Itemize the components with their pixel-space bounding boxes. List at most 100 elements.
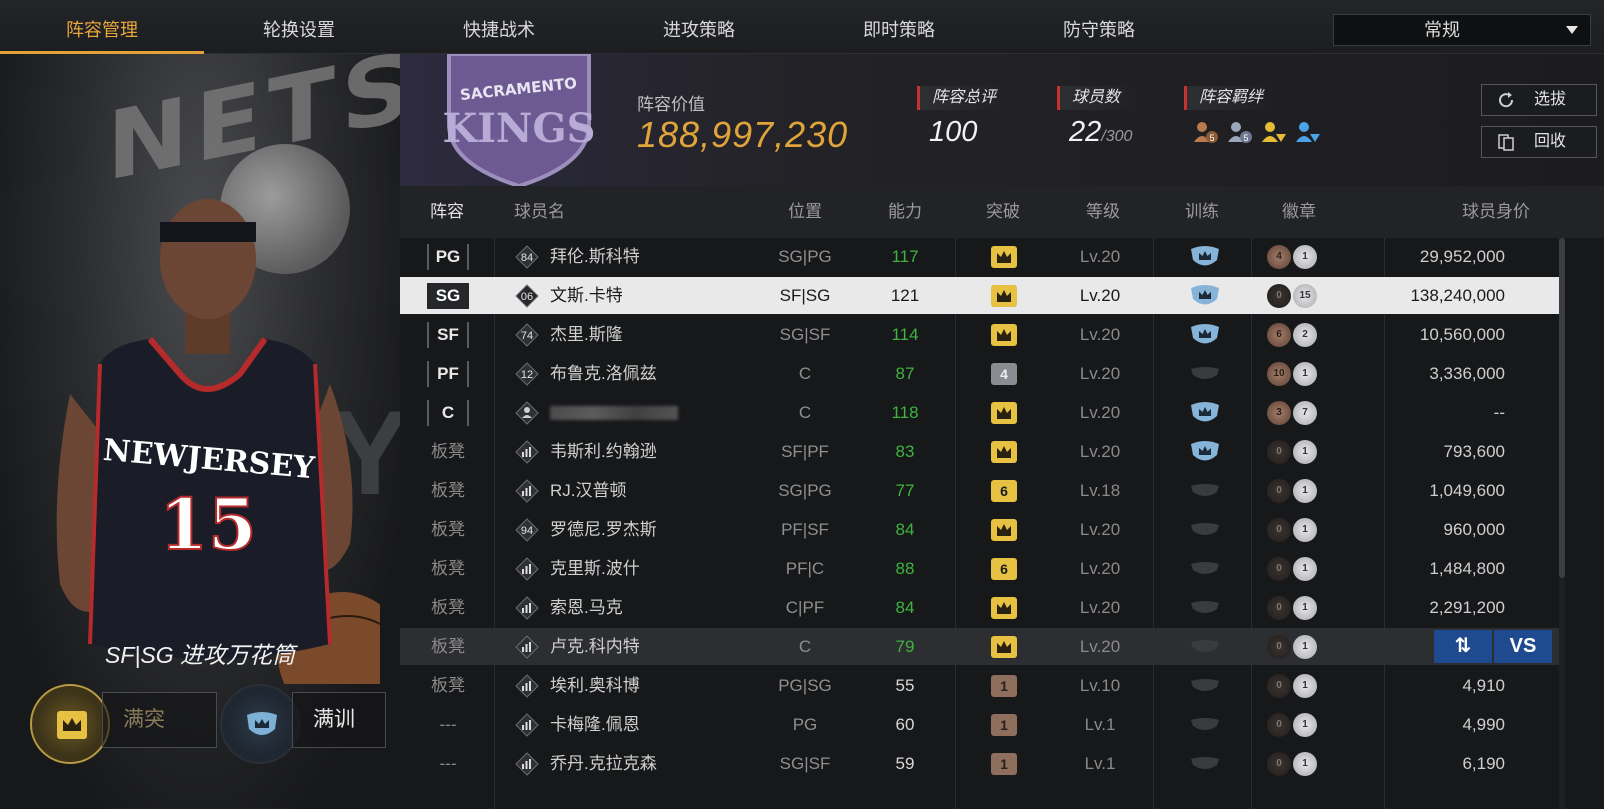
breakthrough-cell[interactable] xyxy=(988,518,1020,542)
player-name[interactable]: 布鲁克.洛佩兹 xyxy=(550,355,657,392)
badge-counts[interactable]: 0 15 xyxy=(1267,284,1327,308)
bond-blue-icon[interactable] xyxy=(1294,120,1322,146)
training-shield-empty-icon[interactable] xyxy=(1190,556,1222,582)
badge-counts[interactable]: 01 xyxy=(1267,479,1327,503)
bond-silver-icon[interactable]: 5 xyxy=(1226,120,1254,146)
player-name[interactable]: 罗德尼.罗杰斯 xyxy=(550,511,657,548)
col-training[interactable]: 训练 xyxy=(1185,186,1219,238)
training-shield-empty-icon[interactable] xyxy=(1190,478,1222,504)
breakthrough-cell[interactable] xyxy=(988,596,1020,620)
bond-icons[interactable]: 5 5 xyxy=(1184,120,1322,146)
swap-icon[interactable]: ⇅ xyxy=(1434,630,1492,663)
breakthrough-cell[interactable]: 4 xyxy=(988,362,1020,386)
badge-counts[interactable]: 01 xyxy=(1267,440,1327,464)
player-name[interactable]: 杰里.斯隆 xyxy=(550,316,623,353)
table-row[interactable]: 板凳 RJ.汉普顿 SG|PG 77 6 Lv.18 0 1 1,049,600 xyxy=(400,472,1560,509)
lineup-slot[interactable]: --- xyxy=(420,745,476,782)
lineup-slot[interactable]: PF xyxy=(420,355,476,392)
col-ability[interactable]: 能力 xyxy=(888,186,922,238)
col-level[interactable]: 等级 xyxy=(1086,186,1120,238)
player-name[interactable]: 乔丹.克拉克森 xyxy=(550,745,657,782)
breakthrough-cell[interactable] xyxy=(988,284,1020,308)
lineup-slot[interactable]: --- xyxy=(420,706,476,743)
lineup-slot[interactable]: 板凳 xyxy=(420,550,476,587)
lineup-slot[interactable]: 板凳 xyxy=(420,589,476,626)
mode-dropdown[interactable]: 常规 xyxy=(1333,14,1591,46)
table-row[interactable]: 板凳 卢克.科内特 C 79 Lv.20 0 1 ⇅ VS xyxy=(400,628,1560,665)
badge-counts[interactable]: 01 xyxy=(1267,596,1327,620)
table-row[interactable]: 板凳 克里斯.波什 PF|C 88 6 Lv.20 0 1 1,484,800 xyxy=(400,550,1560,587)
breakthrough-cell[interactable]: 1 xyxy=(988,713,1020,737)
table-row[interactable]: --- 乔丹.克拉克森 SG|SF 59 1 Lv.1 0 1 6,190 xyxy=(400,745,1560,782)
table-row[interactable]: 板凳 94 罗德尼.罗杰斯 PF|SF 84 Lv.20 0 1 960,000 xyxy=(400,511,1560,548)
lineup-slot[interactable]: 板凳 xyxy=(420,628,476,665)
badge-counts[interactable]: 01 xyxy=(1267,752,1327,776)
breakthrough-cell[interactable] xyxy=(988,401,1020,425)
breakthrough-cell[interactable]: 6 xyxy=(988,557,1020,581)
col-badges[interactable]: 徽章 xyxy=(1282,186,1316,238)
training-shield-empty-icon[interactable] xyxy=(1190,634,1222,660)
training-shield-icon[interactable] xyxy=(1190,400,1222,426)
training-shield-empty-icon[interactable] xyxy=(1190,595,1222,621)
training-shield-empty-icon[interactable] xyxy=(1190,751,1222,777)
breakthrough-cell[interactable] xyxy=(988,323,1020,347)
bond-label[interactable]: 阵容羁绊 xyxy=(1184,86,1274,110)
training-shield-icon[interactable] xyxy=(1190,439,1222,465)
bond-gold-icon[interactable] xyxy=(1260,120,1288,146)
player-name[interactable]: 埃利.奥科博 xyxy=(550,667,640,704)
lineup-slot[interactable]: 板凳 xyxy=(420,472,476,509)
player-name[interactable]: 卢克.科内特 xyxy=(550,628,640,665)
tab-lineup-management[interactable]: 阵容管理 xyxy=(0,0,204,54)
breakthrough-cell[interactable]: 6 xyxy=(988,479,1020,503)
player-name[interactable]: 索恩.马克 xyxy=(550,589,623,626)
player-name[interactable]: 文斯.卡特 xyxy=(550,277,623,314)
col-value[interactable]: 球员身价 xyxy=(1462,186,1530,238)
badge-counts[interactable]: 62 xyxy=(1267,323,1327,347)
table-row[interactable]: SF 74 杰里.斯隆 SG|SF 114 Lv.20 6 2 10,560,000 xyxy=(400,316,1560,353)
badge-counts[interactable]: 01 xyxy=(1267,674,1327,698)
lineup-slot[interactable]: 板凳 xyxy=(420,667,476,704)
training-shield-icon[interactable] xyxy=(1190,283,1222,309)
badge-counts[interactable]: 01 xyxy=(1267,557,1327,581)
breakthrough-cell[interactable]: 1 xyxy=(988,674,1020,698)
table-row[interactable]: PG 84 拜伦.斯科特 SG|PG 117 Lv.20 4 1 29,952,000 xyxy=(400,238,1560,275)
player-name[interactable]: 克里斯.波什 xyxy=(550,550,640,587)
badge-counts[interactable]: 41 xyxy=(1267,245,1327,269)
tab-instant-strategy[interactable]: 即时策略 xyxy=(797,0,1001,54)
player-name[interactable]: 韦斯利.约翰逊 xyxy=(550,433,657,470)
training-shield-empty-icon[interactable] xyxy=(1190,517,1222,543)
table-row[interactable]: 板凳 韦斯利.约翰逊 SF|PF 83 Lv.20 0 1 793,600 xyxy=(400,433,1560,470)
recycle-button[interactable]: 回收 xyxy=(1481,126,1597,158)
col-player-name[interactable]: 球员名 xyxy=(514,186,565,238)
badge-counts[interactable]: 01 xyxy=(1267,713,1327,737)
badge-counts[interactable]: 01 xyxy=(1267,635,1327,659)
lineup-slot[interactable]: C xyxy=(420,394,476,431)
player-name[interactable]: RJ.汉普顿 xyxy=(550,472,627,509)
badge-counts[interactable]: 01 xyxy=(1267,518,1327,542)
tab-offense-strategy[interactable]: 进攻策略 xyxy=(597,0,801,54)
tab-quick-tactics[interactable]: 快捷战术 xyxy=(397,0,601,54)
col-position[interactable]: 位置 xyxy=(788,186,822,238)
tab-defense-strategy[interactable]: 防守策略 xyxy=(997,0,1201,54)
table-row[interactable]: PF 12 布鲁克.洛佩兹 C 87 4 Lv.20 10 1 3,336,000 xyxy=(400,355,1560,392)
col-lineup[interactable]: 阵容 xyxy=(430,186,464,238)
scrollbar[interactable] xyxy=(1559,238,1565,809)
table-row[interactable]: 板凳 埃利.奥科博 PG|SG 55 1 Lv.10 0 1 4,910 xyxy=(400,667,1560,704)
training-shield-icon[interactable] xyxy=(1190,244,1222,270)
training-shield-empty-icon[interactable] xyxy=(1190,361,1222,387)
select-button[interactable]: 选拔 xyxy=(1481,84,1597,116)
badge-counts[interactable]: 37 xyxy=(1267,401,1327,425)
scrollbar-thumb[interactable] xyxy=(1559,238,1565,578)
breakthrough-cell[interactable]: 1 xyxy=(988,752,1020,776)
training-shield-icon[interactable] xyxy=(1190,322,1222,348)
lineup-slot[interactable]: PG xyxy=(420,238,476,275)
lineup-slot[interactable]: SG xyxy=(420,277,476,314)
player-name[interactable]: 拜伦.斯科特 xyxy=(550,238,640,275)
training-shield-empty-icon[interactable] xyxy=(1190,712,1222,738)
breakthrough-cell[interactable] xyxy=(988,440,1020,464)
lineup-slot[interactable]: 板凳 xyxy=(420,433,476,470)
breakthrough-cell[interactable] xyxy=(988,245,1020,269)
player-name[interactable]: 卡梅隆.佩恩 xyxy=(550,706,640,743)
lineup-slot[interactable]: 板凳 xyxy=(420,511,476,548)
table-row[interactable]: SG 06 文斯.卡特 SF|SG 121 Lv.20 0 15 138,240,000 xyxy=(400,277,1560,314)
